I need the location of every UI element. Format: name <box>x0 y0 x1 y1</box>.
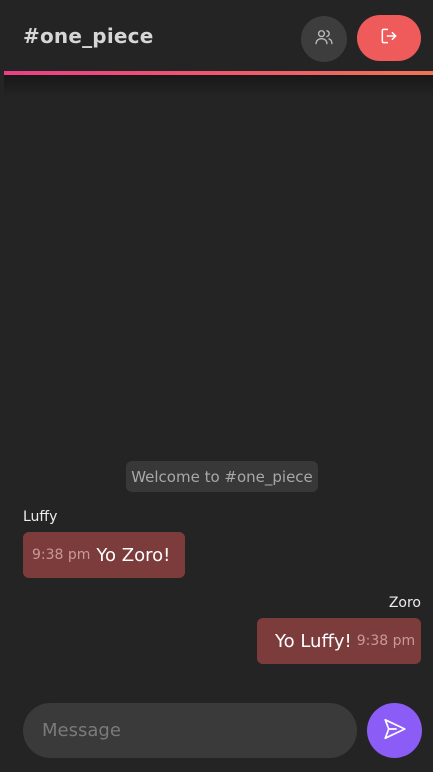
chat-app: #one_piece Welcome to #one_piece Luffy 9… <box>0 0 433 772</box>
message-time: 9:38 pm <box>356 633 416 649</box>
message-input[interactable] <box>23 703 357 758</box>
message-time: 9:38 pm <box>32 547 91 563</box>
message-text: Yo Zoro! <box>96 544 171 566</box>
header: #one_piece <box>0 0 433 97</box>
send-button[interactable] <box>367 703 422 758</box>
users-button[interactable] <box>301 16 347 62</box>
channel-title: #one_piece <box>23 24 154 48</box>
users-icon <box>314 27 334 51</box>
logout-icon <box>379 26 399 50</box>
message-sender: Luffy <box>23 509 58 525</box>
message-sender: Zoro <box>388 595 421 611</box>
header-shadow <box>4 75 433 97</box>
message-text: Yo Luffy! <box>275 630 352 652</box>
message-bubble: Yo Luffy! 9:38 pm <box>257 618 421 664</box>
logout-button[interactable] <box>357 15 421 61</box>
welcome-notice: Welcome to #one_piece <box>126 461 318 492</box>
send-icon <box>382 716 408 746</box>
message-bubble: 9:38 pm Yo Zoro! <box>23 532 185 578</box>
